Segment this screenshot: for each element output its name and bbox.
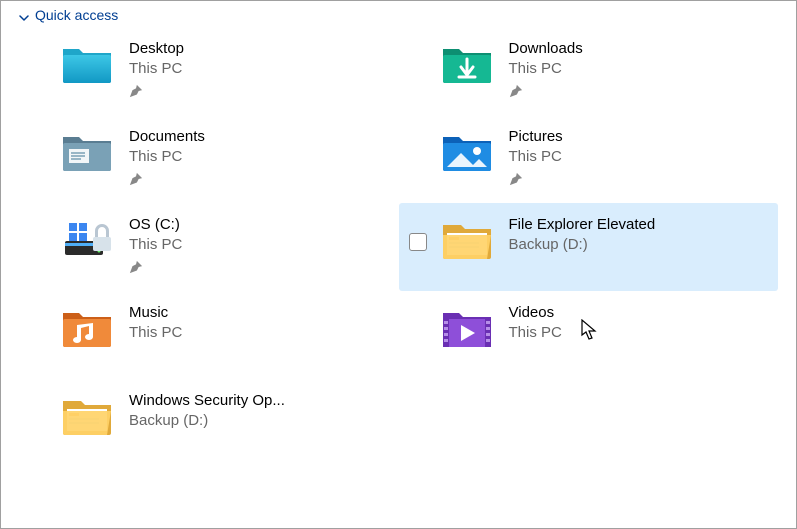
item-title: Videos [509,303,562,323]
item-title: Documents [129,127,205,147]
quick-access-item-downloads[interactable]: Downloads This PC [399,27,779,115]
quick-access-item-pictures[interactable]: Pictures This PC [399,115,779,203]
quick-access-item-videos[interactable]: Videos This PC [399,291,779,379]
item-title: Music [129,303,182,323]
item-title: File Explorer Elevated [509,215,656,235]
item-title: OS (C:) [129,215,182,235]
item-subtitle: This PC [509,59,583,79]
item-title: Windows Security Op... [129,391,285,411]
pictures-folder-icon [439,123,495,179]
item-title: Pictures [509,127,563,147]
section-title: Quick access [35,7,118,23]
item-subtitle: This PC [509,147,563,167]
pin-icon [129,84,184,103]
item-subtitle: This PC [509,323,562,343]
quick-access-item-windows-security-op[interactable]: Windows Security Op... Backup (D:) [19,379,399,467]
item-subtitle: Backup (D:) [509,235,656,255]
item-subtitle: Backup (D:) [129,411,285,431]
selection-checkbox[interactable] [409,233,427,251]
desktop-folder-icon [59,35,115,91]
item-title: Downloads [509,39,583,59]
os-drive-icon [59,211,115,267]
item-subtitle: This PC [129,323,182,343]
item-subtitle: This PC [129,147,205,167]
item-subtitle: This PC [129,235,182,255]
quick-access-item-desktop[interactable]: Desktop This PC [19,27,399,115]
pin-icon [509,172,563,191]
item-title: Desktop [129,39,184,59]
chevron-down-icon [19,10,29,20]
quick-access-item-music[interactable]: Music This PC [19,291,399,379]
pin-icon [509,84,583,103]
item-subtitle: This PC [129,59,184,79]
quick-access-grid: Desktop This PC Downloads This PC [1,27,796,467]
music-folder-icon [59,299,115,355]
quick-access-header[interactable]: Quick access [1,1,796,27]
quick-access-item-file-explorer-elevated[interactable]: File Explorer Elevated Backup (D:) [399,203,779,291]
folder-icon [439,211,495,267]
folder-icon [59,387,115,443]
quick-access-item-os-c[interactable]: OS (C:) This PC [19,203,399,291]
downloads-folder-icon [439,35,495,91]
pin-icon [129,260,182,279]
documents-folder-icon [59,123,115,179]
pin-icon [129,172,205,191]
videos-folder-icon [439,299,495,355]
quick-access-item-documents[interactable]: Documents This PC [19,115,399,203]
